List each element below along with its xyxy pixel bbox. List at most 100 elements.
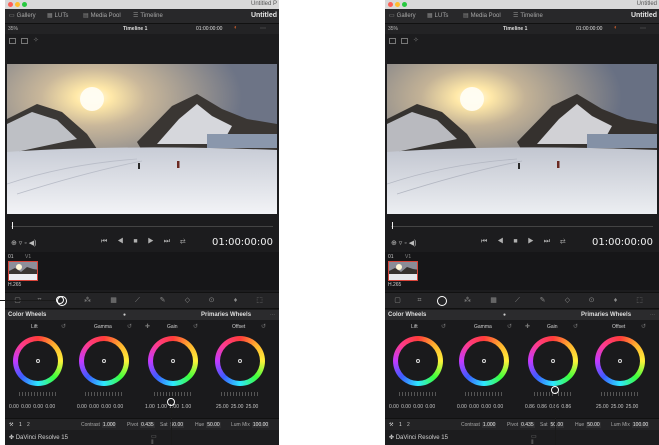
gain-reset-icon[interactable]: ↺	[573, 323, 578, 330]
page-2-tab[interactable]: 2	[27, 422, 30, 428]
timeline-tab[interactable]: ☰ Timeline	[513, 12, 543, 19]
split-screen-icon[interactable]	[401, 38, 408, 44]
timeline-selector[interactable]: Timeline 1	[123, 26, 147, 32]
panel-options-icon[interactable]: ⋯	[650, 312, 655, 318]
viewer-scrubber[interactable]	[5, 220, 279, 230]
lift-values[interactable]: 0.00 0.00 0.00 0.00	[389, 404, 435, 410]
gallery-tab[interactable]: ▭ Gallery	[9, 12, 36, 19]
curves-icon[interactable]: ⟋	[133, 297, 142, 305]
gamma-wheel-center[interactable]	[102, 359, 106, 363]
timeline-selector[interactable]: Timeline 1	[503, 26, 527, 32]
lum-mix-control[interactable]: Lum Mix 100.00	[611, 422, 650, 428]
gamma-reset-icon[interactable]: ↺	[127, 323, 132, 330]
motion-effects-icon[interactable]: ▦	[489, 297, 498, 305]
auto-balance-icon[interactable]: ⚒	[9, 422, 13, 428]
gamma-values[interactable]: 0.00 0.00 0.00 0.00	[457, 404, 503, 410]
playback-buttons[interactable]: ⏮ ◀ ■ ▶ ⏭ ⇄	[101, 238, 190, 246]
gain-picker-icon[interactable]: ✚	[145, 323, 150, 330]
viewer-options-icon[interactable]: ⋯	[260, 25, 266, 32]
offset-reset-icon[interactable]: ↺	[641, 323, 646, 330]
curves-icon[interactable]: ⟋	[513, 297, 522, 305]
wheels-mode-selector[interactable]: Primaries Wheels	[201, 312, 251, 318]
luts-tab[interactable]: ▦ LUTs	[427, 12, 448, 19]
blur-icon[interactable]: ♦	[611, 297, 620, 305]
lift-values[interactable]: 0.00 0.00 0.00 0.00	[9, 404, 55, 410]
audio-icon[interactable]: ⊕ ▿ ◦ ◀)	[391, 239, 416, 247]
tracker-icon[interactable]: ⊙	[207, 297, 216, 305]
scrubber-track[interactable]	[11, 226, 273, 227]
gamma-reset-icon[interactable]: ↺	[507, 323, 512, 330]
wheels-mode-selector[interactable]: Primaries Wheels	[581, 312, 631, 318]
lift-wheel-center[interactable]	[416, 359, 420, 363]
scrubber-track[interactable]	[391, 226, 653, 227]
close-window-button[interactable]	[388, 2, 393, 7]
highlight-icon[interactable]: ◐	[614, 25, 618, 31]
color-match-icon[interactable]: ⌗	[415, 297, 424, 305]
hue-value[interactable]: 50.00	[206, 422, 221, 428]
offset-master-dial[interactable]	[221, 392, 259, 396]
gain-picker-icon[interactable]: ✚	[525, 323, 530, 330]
hue-value[interactable]: 50.00	[586, 422, 601, 428]
media-pool-tab[interactable]: ▤ Media Pool	[463, 12, 501, 19]
contrast-control[interactable]: Contrast 1.000	[461, 422, 497, 428]
timeline-tab[interactable]: ☰ Timeline	[133, 12, 163, 19]
lift-reset-icon[interactable]: ↺	[61, 323, 66, 330]
offset-values[interactable]: 25.00 25.00 25.00	[596, 404, 638, 410]
color-match-icon[interactable]: ⌗	[35, 297, 44, 305]
gain-master-dial[interactable]	[154, 392, 192, 396]
highlight-icon[interactable]: ◐	[234, 25, 238, 31]
pivot-value[interactable]: 0.435	[140, 422, 155, 428]
minimize-window-button[interactable]	[15, 2, 20, 7]
page-1-tab[interactable]: 1	[19, 422, 22, 428]
auto-balance-icon[interactable]: ⚒	[389, 422, 393, 428]
viewer-scrubber[interactable]	[385, 220, 659, 230]
pivot-value[interactable]: 0.435	[520, 422, 535, 428]
image-wipe-icon[interactable]	[389, 38, 396, 44]
scrubber-playhead[interactable]	[12, 222, 13, 229]
camera-raw-icon[interactable]: ▢	[393, 297, 402, 305]
qualifier-icon[interactable]: ✎	[538, 297, 547, 305]
contrast-value[interactable]: 1.000	[481, 422, 497, 428]
gamma-master-dial[interactable]	[465, 392, 503, 396]
close-window-button[interactable]	[8, 2, 13, 7]
gamma-master-dial[interactable]	[85, 392, 123, 396]
blur-icon[interactable]: ♦	[231, 297, 240, 305]
offset-reset-icon[interactable]: ↺	[261, 323, 266, 330]
contrast-value[interactable]: 1.000	[101, 422, 117, 428]
clip-thumbnail[interactable]	[8, 261, 38, 281]
pivot-control[interactable]: Pivot 0.435	[507, 422, 535, 428]
lift-master-dial[interactable]	[399, 392, 437, 396]
gain-wheel-center[interactable]	[171, 359, 175, 363]
offset-wheel-center[interactable]	[238, 359, 242, 363]
page-nav-icons[interactable]: ▭ ⫴ ✎	[531, 433, 659, 445]
color-wheels-icon[interactable]	[437, 296, 447, 306]
window-icon[interactable]: ◇	[563, 297, 572, 305]
motion-effects-icon[interactable]: ▦	[109, 297, 118, 305]
zoom-dropdown[interactable]: 35%	[8, 26, 18, 32]
tracker-icon[interactable]: ⊙	[587, 297, 596, 305]
lum-mix-control[interactable]: Lum Mix 100.00	[231, 422, 270, 428]
zoom-window-button[interactable]	[402, 2, 407, 7]
lift-master-dial[interactable]	[19, 392, 57, 396]
zoom-window-button[interactable]	[22, 2, 27, 7]
key-icon[interactable]: ⬚	[255, 297, 264, 305]
luts-tab[interactable]: ▦ LUTs	[47, 12, 68, 19]
lift-reset-icon[interactable]: ↺	[441, 323, 446, 330]
audio-icon[interactable]: ⊕ ▿ ◦ ◀)	[11, 239, 36, 247]
key-icon[interactable]: ⬚	[635, 297, 644, 305]
sat-value[interactable]: 50.00	[549, 422, 565, 428]
contrast-control[interactable]: Contrast 1.000	[81, 422, 117, 428]
split-screen-icon[interactable]	[21, 38, 28, 44]
highlight-mode-icon[interactable]: ✧	[33, 36, 40, 44]
offset-values[interactable]: 25.00 25.00 25.00	[216, 404, 258, 410]
qualifier-icon[interactable]: ✎	[158, 297, 167, 305]
zoom-dropdown[interactable]: 35%	[388, 26, 398, 32]
page-1-tab[interactable]: 1	[399, 422, 402, 428]
gain-reset-icon[interactable]: ↺	[193, 323, 198, 330]
image-wipe-icon[interactable]	[9, 38, 16, 44]
gain-wheel-center[interactable]	[551, 359, 555, 363]
rgb-mixer-icon[interactable]: ⁂	[83, 297, 92, 305]
lift-wheel-center[interactable]	[36, 359, 40, 363]
camera-raw-icon[interactable]: ▢	[13, 297, 22, 305]
sat-control[interactable]: Sat 50.00	[160, 422, 185, 428]
